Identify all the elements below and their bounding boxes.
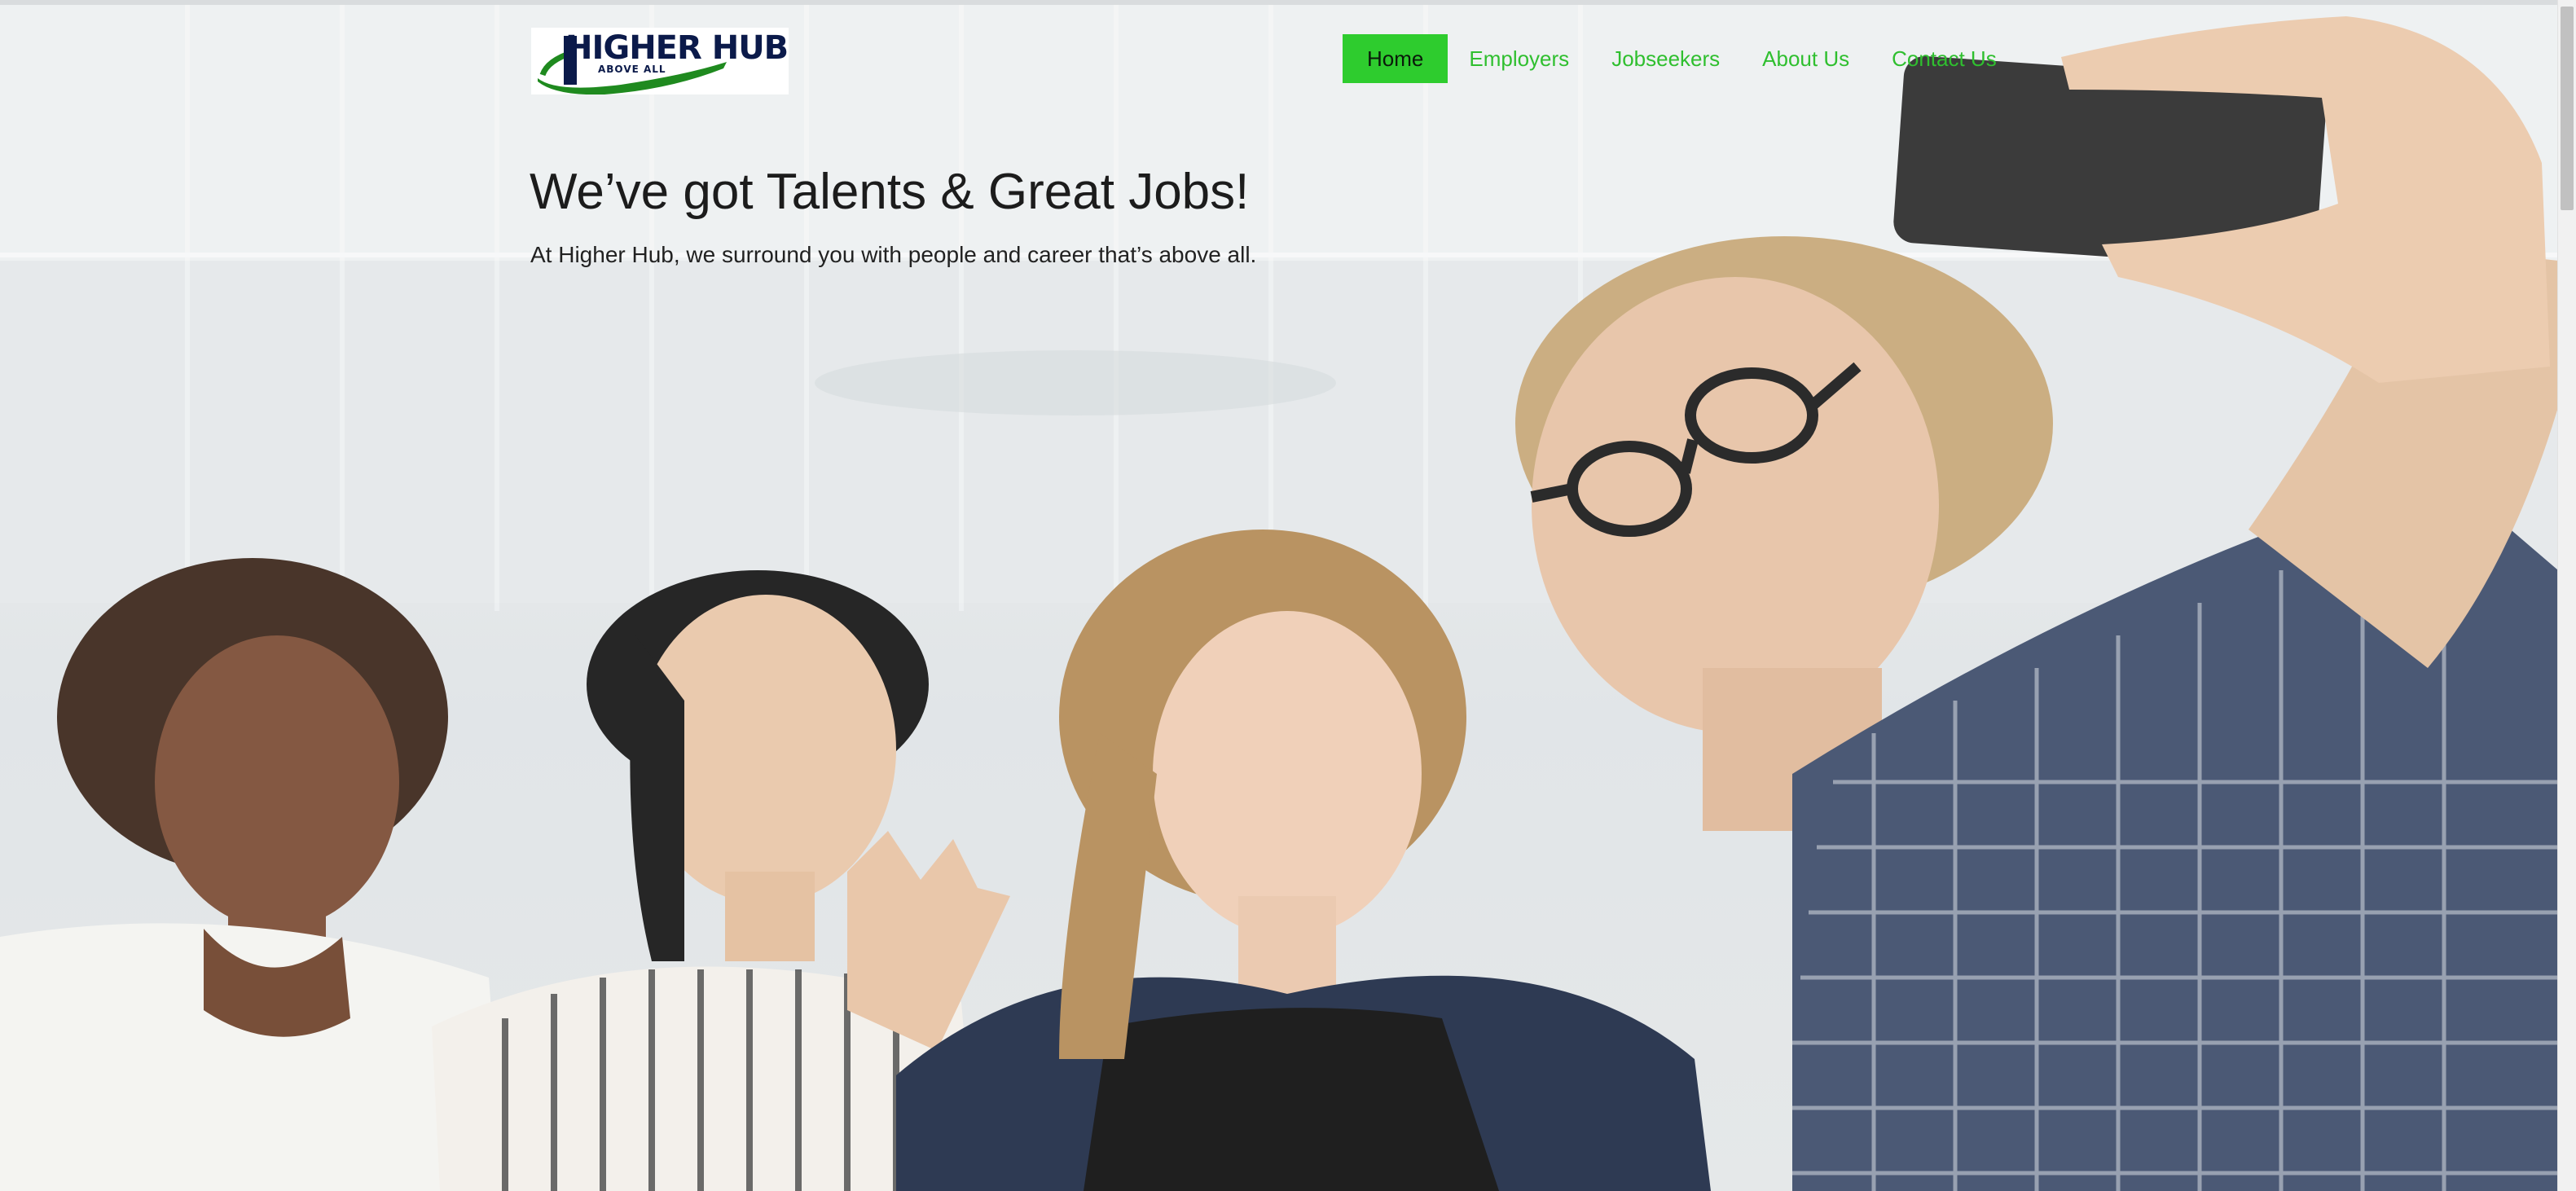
- hero-subheadline: At Higher Hub, we surround you with peop…: [530, 242, 1257, 267]
- logo-tagline: ABOVE ALL: [598, 64, 666, 75]
- vertical-scrollbar[interactable]: [2557, 0, 2576, 1191]
- higher-hub-logo[interactable]: HIGHER HUB ABOVE ALL: [531, 28, 789, 94]
- top-border: [0, 0, 2576, 5]
- page: HIGHER HUB ABOVE ALL Home Employers Jobs…: [0, 0, 2576, 1191]
- nav-item-home[interactable]: Home: [1343, 34, 1448, 83]
- nav-item-about-us[interactable]: About Us: [1741, 34, 1870, 83]
- nav-item-contact-us[interactable]: Contact Us: [1870, 34, 2018, 83]
- hero-photo-illustration: [0, 0, 2558, 1191]
- logo-name: HIGHER HUB: [565, 29, 789, 67]
- hero-headline: We’ve got Talents & Great Jobs!: [530, 164, 1250, 220]
- scrollbar-thumb[interactable]: [2561, 7, 2574, 210]
- nav-item-jobseekers[interactable]: Jobseekers: [1590, 34, 1741, 83]
- hero-background-image: [0, 0, 2558, 1191]
- main-navigation: Home Employers Jobseekers About Us Conta…: [1343, 34, 2018, 83]
- nav-item-employers[interactable]: Employers: [1448, 34, 1590, 83]
